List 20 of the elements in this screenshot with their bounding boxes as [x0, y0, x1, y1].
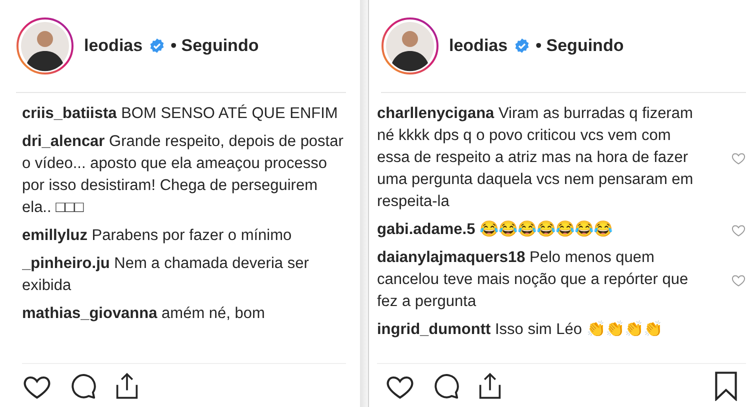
bookmark-icon[interactable]	[714, 370, 738, 400]
comment-text: emillyluz Parabens por fazer o mínimo	[22, 226, 293, 246]
share-icon[interactable]	[477, 372, 503, 400]
follow-status[interactable]: • Seguindo	[170, 33, 259, 59]
username[interactable]: leodias	[84, 33, 143, 59]
comment-text: criis_batiista BOM SENSO ATÉ QUE ENFIM	[22, 104, 339, 124]
comment-text: dri_alencar Grande respeito, depois de postar o vídeo... aposto que ela ameaçou processo por isso desistiram! Chega de perseguirem ela.. □□□	[22, 132, 344, 218]
comment-text: gabi.adame.5 😂😂😂😂😂😂😂	[377, 220, 614, 240]
comment-text: mathias_giovanna amém né, bom	[22, 304, 266, 324]
comment-text: ingrid_dumontt Isso sim Léo 👏👏👏👏	[377, 320, 664, 340]
avatar[interactable]	[381, 17, 439, 75]
comment-icon[interactable]	[69, 372, 97, 400]
username[interactable]: leodias	[449, 33, 508, 59]
comment-text: daianylajmaquers18 Pelo menos quem cancelou teve mais noção que a repórter que fez a pergunta	[377, 248, 690, 312]
follow-status[interactable]: • Seguindo	[536, 33, 624, 59]
comment-text: _pinheiro.ju Nem a chamada deveria ser exibida	[22, 254, 310, 296]
share-icon[interactable]	[114, 372, 140, 400]
comment-icon[interactable]	[432, 372, 460, 400]
comment-text: charllenycigana Viram as burradas q fizeram né kkkk dps q o povo criticou vcs vem com essa de respeito a atriz mas na hora de fazer uma pergunta daquela vcs nem pensaram em respeita-la	[377, 104, 694, 212]
avatar[interactable]	[16, 17, 74, 75]
